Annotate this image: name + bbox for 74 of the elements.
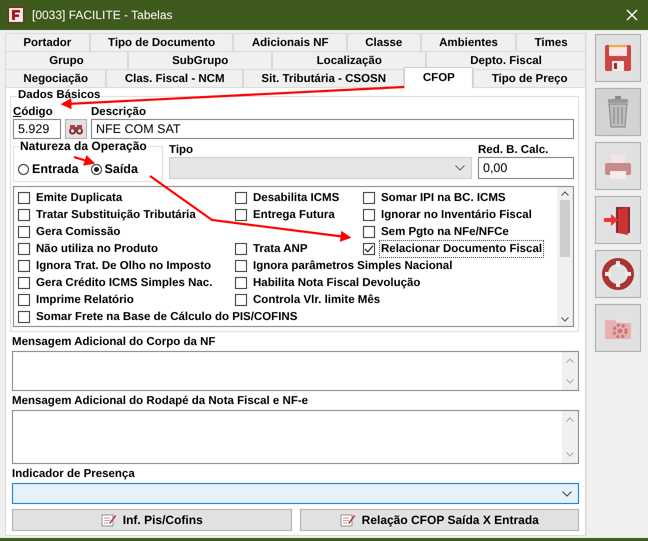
tab[interactable]: Localização [272, 51, 426, 69]
scroll-up-icon[interactable] [561, 191, 569, 196]
checkbox-option[interactable]: Gera Crédito ICMS Simples Nac. [18, 274, 214, 292]
checkbox-option[interactable]: Somar IPI na BC. ICMS [363, 189, 508, 207]
code-label: Código [13, 105, 54, 119]
tab[interactable]: Depto. Fiscal [426, 51, 586, 69]
type-label: Tipo [169, 143, 194, 157]
checkbox-option[interactable]: Habilita Nota Fiscal Devolução [235, 274, 422, 292]
binoculars-icon [69, 125, 83, 134]
tab[interactable]: Times [516, 33, 586, 51]
checkbox-option[interactable]: Entrega Futura [235, 206, 337, 224]
checkbox-option[interactable]: Ignora parâmetros Simples Nacional [235, 257, 454, 275]
tab[interactable]: Classe [346, 33, 421, 51]
exit-button[interactable] [594, 196, 640, 244]
settings-button[interactable] [594, 304, 640, 352]
checkbox-option[interactable]: Ignorar no Inventário Fiscal [363, 206, 534, 224]
gear-folder-icon [604, 320, 630, 339]
printer-icon [604, 154, 630, 179]
presence-dropdown[interactable] [12, 483, 579, 504]
checkbox-option[interactable]: Tratar Substituição Tributária [18, 206, 198, 224]
checkbox-option[interactable]: Não utiliza no Produto [18, 240, 160, 258]
trash-icon [608, 96, 628, 128]
presence-label: Indicador de Presença [12, 467, 136, 481]
action-button[interactable]: Inf. Pis/Cofins [12, 509, 292, 531]
tab[interactable]: Sit. Tributária - CSOSN [242, 69, 404, 87]
help-button[interactable] [594, 250, 640, 298]
checkmark-icon [364, 244, 374, 254]
tab[interactable]: Tipo de Documento [90, 33, 234, 51]
chevron-down-icon [562, 490, 572, 496]
tab[interactable]: Adicionais NF [233, 33, 347, 51]
checkbox-option[interactable]: Controla Vlr. limite Mês [235, 291, 382, 309]
scroll-down-icon[interactable] [561, 317, 569, 322]
description-field[interactable]: NFE COM SAT [91, 119, 574, 139]
save-button[interactable] [594, 34, 640, 82]
tab[interactable]: CFOP [404, 67, 474, 88]
delete-button[interactable] [594, 88, 640, 136]
search-button[interactable] [65, 119, 87, 139]
close-icon[interactable] [626, 9, 638, 21]
reduction-label: Red. B. Calc. [478, 143, 550, 157]
print-button[interactable] [594, 142, 640, 190]
code-field[interactable]: 5.929 [13, 119, 61, 139]
tab[interactable]: Clas. Fiscal - NCM [106, 69, 243, 87]
checkbox-option[interactable]: Trata ANP [235, 240, 310, 258]
tab[interactable]: Ambientes [420, 33, 516, 51]
notepad-icon [101, 514, 116, 526]
scrollbar[interactable] [557, 187, 573, 326]
tab[interactable]: SubGrupo [128, 51, 272, 69]
group-title: Dados Básicos [17, 89, 102, 101]
checkbox-option[interactable]: Sem Pgto na NFe/NFCe [363, 223, 511, 241]
tab[interactable]: Portador [5, 33, 90, 51]
radio-option[interactable]: Saída [90, 162, 138, 176]
body-message-label: Mensagem Adicional do Corpo da NF [12, 335, 216, 349]
lifebuoy-icon [602, 258, 634, 290]
app-logo-icon [8, 7, 24, 23]
action-button[interactable]: Relação CFOP Saída X Entrada [300, 509, 579, 531]
window-title: [0033] FACILITE - Tabelas [32, 8, 174, 22]
tab[interactable]: Negociação [5, 69, 106, 87]
checkbox-option[interactable]: Imprime Relatório [18, 291, 136, 309]
notepad-icon [340, 514, 355, 526]
checkbox-option[interactable]: Somar Frete na Base de Cálculo do PIS/COFINS [18, 308, 300, 326]
tab[interactable]: Tipo de Preço [473, 69, 586, 87]
footer-message-label: Mensagem Adicional do Rodapé da Nota Fiscal e NF-e [12, 394, 310, 408]
description-label: Descrição [91, 105, 147, 119]
reduction-field[interactable]: 0,00 [478, 157, 574, 179]
annotation-arrow [74, 155, 96, 166]
checkbox-option[interactable]: Desabilita ICMS [235, 189, 342, 207]
checkbox-option[interactable]: Gera Comissão [18, 223, 122, 241]
tab[interactable]: Grupo [5, 51, 128, 69]
group-title: Natureza da Operação [19, 139, 148, 153]
checkbox-option[interactable]: Emite Duplicata [18, 189, 124, 207]
radio-option[interactable]: Entrada [18, 162, 79, 176]
chevron-down-icon [455, 165, 465, 171]
checkbox-option[interactable]: Ignora Trat. De Olho no Imposto [18, 257, 214, 275]
door-arrow-icon [604, 207, 630, 235]
